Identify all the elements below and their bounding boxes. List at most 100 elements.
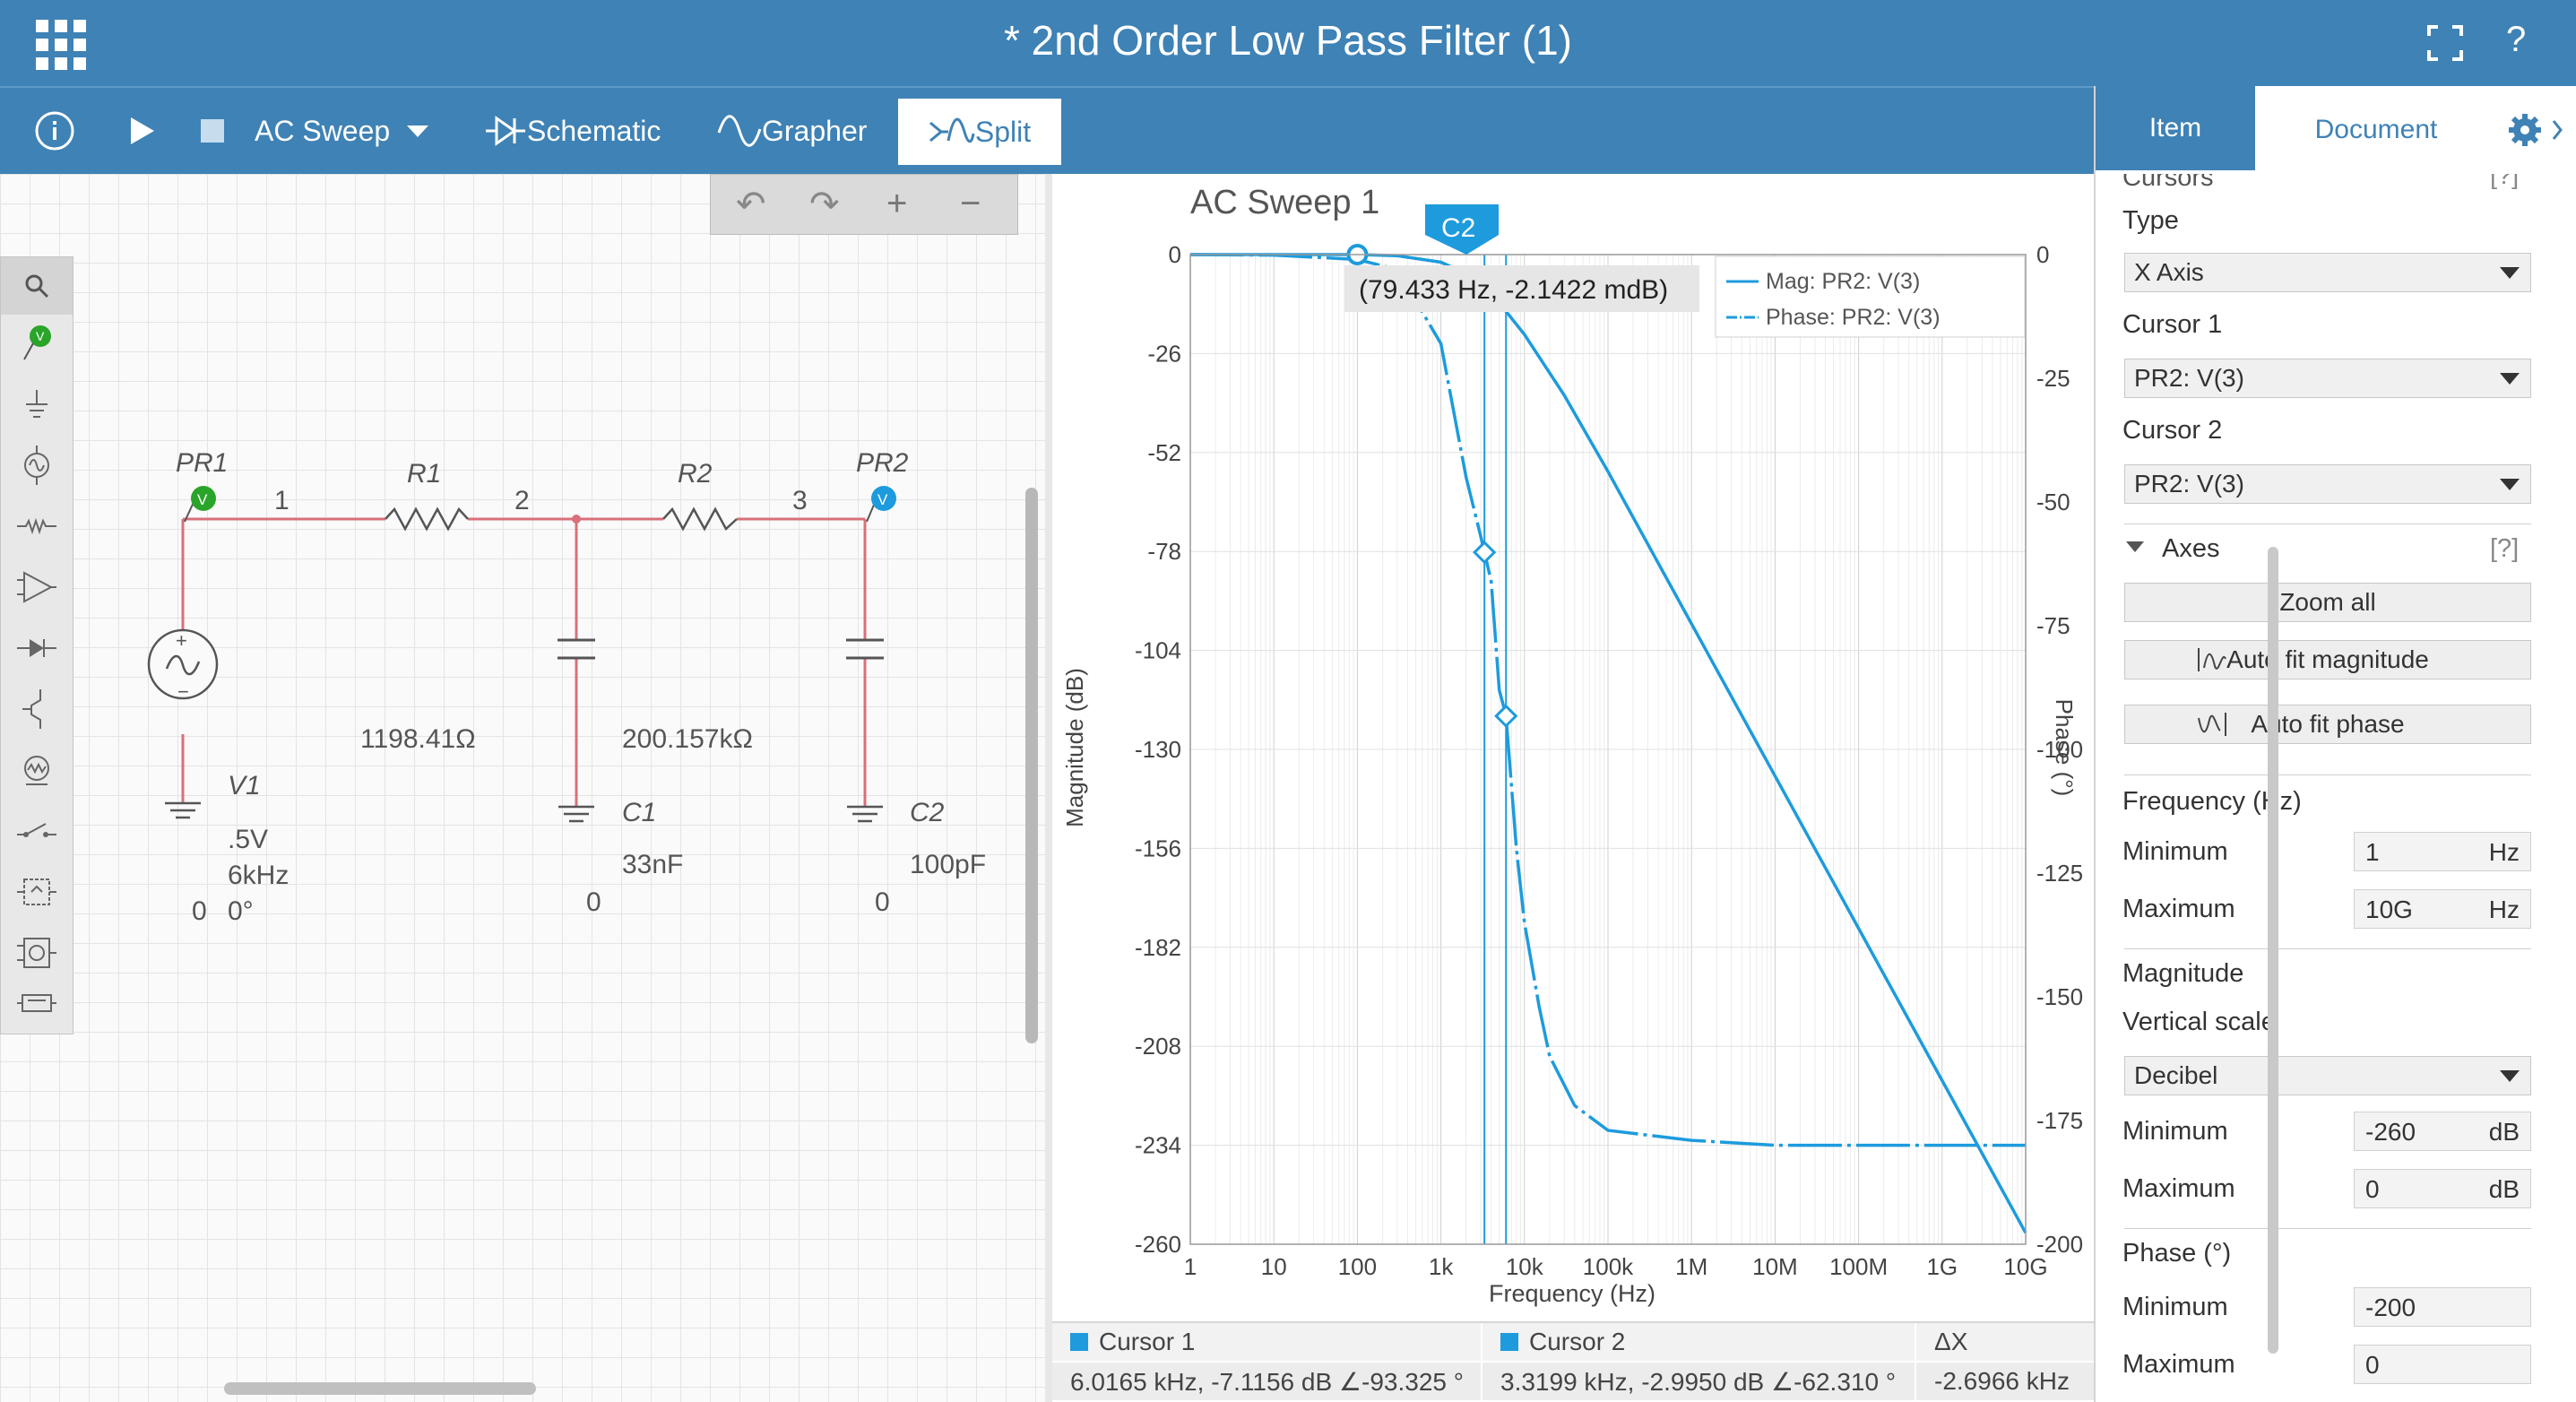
cursor-2-value: 3.3199 kHz, -2.9950 dB ∠-62.310 °	[1482, 1363, 1915, 1400]
stop-icon	[201, 119, 224, 143]
grapher-view-button[interactable]: Grapher	[717, 88, 867, 174]
r1-value: 1198.41Ω	[360, 724, 476, 754]
cursor-2-label: Cursor 2	[2122, 416, 2223, 445]
x-tick-label: 1M	[1675, 1253, 1707, 1280]
legend-phase: Phase: PR2: V(3)	[1766, 305, 1941, 330]
cursor-1-select[interactable]: PR2: V(3)	[2124, 359, 2531, 398]
stop-simulation-button[interactable]	[201, 88, 224, 174]
type-label: Type	[2122, 206, 2179, 235]
cursor-2-header: Cursor 2	[1482, 1323, 1915, 1361]
cursor-1-header: Cursor 1	[1052, 1323, 1481, 1361]
vertical-scale-select[interactable]: Decibel	[2124, 1056, 2531, 1095]
magnitude-minimum-label: Minimum	[2122, 1117, 2228, 1146]
x-tick-label: 10G	[2003, 1253, 2047, 1280]
y-tick-label: -208	[1135, 1033, 1181, 1060]
diode-icon	[486, 116, 525, 146]
schematic-view-button[interactable]: Schematic	[484, 88, 661, 174]
info-button[interactable]	[34, 88, 75, 174]
magnitude-unit: dB	[2488, 1118, 2520, 1146]
zoom-all-button[interactable]: Zoom all	[2124, 583, 2531, 622]
auto-fit-phase-button[interactable]: Auto fit phase	[2124, 705, 2531, 744]
cursors-section-label: Cursors	[2122, 174, 2214, 192]
main-toolbar: AC Sweep Schematic Grapher Split	[0, 86, 2094, 174]
cursor-type-value: X Axis	[2134, 258, 2204, 286]
y-axis-left-label: Magnitude (dB)	[1061, 668, 1088, 827]
schematic-horizontal-scrollbar[interactable]	[224, 1382, 536, 1395]
split-label: Split	[974, 115, 1032, 148]
v1-amplitude: .5V	[228, 825, 268, 854]
cursor-2-tag[interactable]: C2	[1425, 204, 1499, 255]
cursor-type-select[interactable]: X Axis	[2124, 253, 2531, 292]
tab-item[interactable]: Item	[2096, 86, 2255, 174]
ground-node-label: 0	[192, 896, 207, 926]
y-tick-label: -156	[1135, 835, 1181, 861]
frequency-unit: Hz	[2488, 896, 2520, 923]
x-tick-label: 100M	[1829, 1253, 1888, 1280]
magnitude-minimum-input[interactable]: -260 dB	[2354, 1112, 2531, 1151]
y-tick-label: -78	[1147, 538, 1181, 565]
magnitude-maximum-input[interactable]: 0 dB	[2354, 1169, 2531, 1208]
schematic-canvas[interactable]: ↶ ↷ + − V + − V V PR1 PR2 1 2 3 R1 1198.…	[0, 174, 1045, 1402]
fullscreen-icon[interactable]	[2427, 25, 2463, 61]
r2-name: R2	[678, 459, 713, 489]
settings-tab[interactable]	[2497, 86, 2576, 174]
axes-help-link[interactable]: [?]	[2490, 534, 2519, 564]
frequency-minimum-input[interactable]: 1 Hz	[2354, 832, 2531, 871]
v1-frequency: 6kHz	[228, 861, 289, 890]
x-tick-label: 10M	[1752, 1253, 1798, 1280]
auto-fit-magnitude-label: Auto fit magnitude	[2226, 645, 2429, 673]
frequency-maximum-input[interactable]: 10G Hz	[2354, 889, 2531, 929]
magnitude-minimum-value: -260	[2365, 1118, 2416, 1146]
y2-tick-label: -50	[2036, 489, 2070, 515]
c1-value: 33nF	[622, 850, 683, 879]
dropdown-caret-icon	[2500, 373, 2520, 385]
frequency-minimum-value: 1	[2365, 838, 2380, 866]
pr2-label: PR2	[856, 448, 909, 478]
y2-tick-label: -25	[2036, 365, 2070, 392]
schematic-vertical-scrollbar[interactable]	[1025, 488, 1038, 1043]
phase-minimum-input[interactable]: -200	[2354, 1287, 2531, 1327]
split-divider[interactable]	[1045, 174, 1052, 1402]
phase-section-label: Phase (°)	[2122, 1239, 2232, 1268]
auto-fit-magnitude-button[interactable]: Auto fit magnitude	[2124, 640, 2531, 679]
frequency-maximum-value: 10G	[2365, 896, 2413, 923]
section-divider	[2124, 1228, 2531, 1229]
axes-section-label[interactable]: Axes	[2162, 534, 2219, 564]
y-tick-label: -52	[1147, 439, 1181, 466]
split-view-icon	[929, 117, 975, 143]
ground-node-label: 0	[875, 887, 890, 917]
y-tick-label: -260	[1135, 1231, 1181, 1258]
phase-maximum-value: 0	[2365, 1351, 2380, 1379]
y-tick-label: -182	[1135, 934, 1181, 961]
help-button[interactable]: ?	[2506, 20, 2526, 60]
cursor-2-color-swatch	[1500, 1333, 1518, 1351]
phase-maximum-input[interactable]: 0	[2354, 1345, 2531, 1384]
run-simulation-button[interactable]	[129, 88, 156, 174]
cursor-readout-table: Cursor 1 Cursor 2 ΔX 6.0165 kHz, -7.1156…	[1052, 1321, 2094, 1402]
tab-document[interactable]: Document	[2255, 86, 2497, 174]
frequency-minimum-label: Minimum	[2122, 837, 2228, 866]
dropdown-caret-icon	[2500, 267, 2520, 279]
c1-name: C1	[622, 798, 656, 827]
cursors-help-link[interactable]: [?]	[2490, 174, 2519, 191]
x-tick-label: 10	[1261, 1253, 1287, 1280]
pr1-probe-marker: V	[197, 491, 208, 508]
vertical-scale-label: Vertical scale	[2122, 1008, 2276, 1036]
split-view-button[interactable]: Split	[898, 99, 1061, 165]
c2-value: 100pF	[910, 850, 986, 879]
ac-sweep-chart[interactable]: 0 -26 -52 -78 -104 -130 -156 -182 -208 -234 -260 0…	[1052, 174, 2094, 1321]
frequency-maximum-label: Maximum	[2122, 895, 2235, 923]
cursor-2-select[interactable]: PR2: V(3)	[2124, 464, 2531, 504]
analysis-type-dropdown[interactable]: AC Sweep	[255, 88, 431, 174]
collapse-triangle-icon[interactable]	[2124, 540, 2146, 554]
dropdown-caret-icon	[2500, 1070, 2520, 1082]
panel-scrollbar[interactable]	[2268, 547, 2278, 1354]
y-tick-label: 0	[1169, 241, 1181, 268]
x-tick-label: 1G	[1926, 1253, 1958, 1280]
x-tick-label: 1	[1184, 1253, 1197, 1280]
grapher-label: Grapher	[762, 114, 868, 147]
title-bar: * 2nd Order Low Pass Filter (1) ?	[0, 0, 2576, 86]
section-divider	[2124, 948, 2531, 949]
y-tick-label: -234	[1135, 1132, 1181, 1159]
grapher-pane[interactable]: 0 -26 -52 -78 -104 -130 -156 -182 -208 -234 -260 0…	[1052, 174, 2094, 1402]
